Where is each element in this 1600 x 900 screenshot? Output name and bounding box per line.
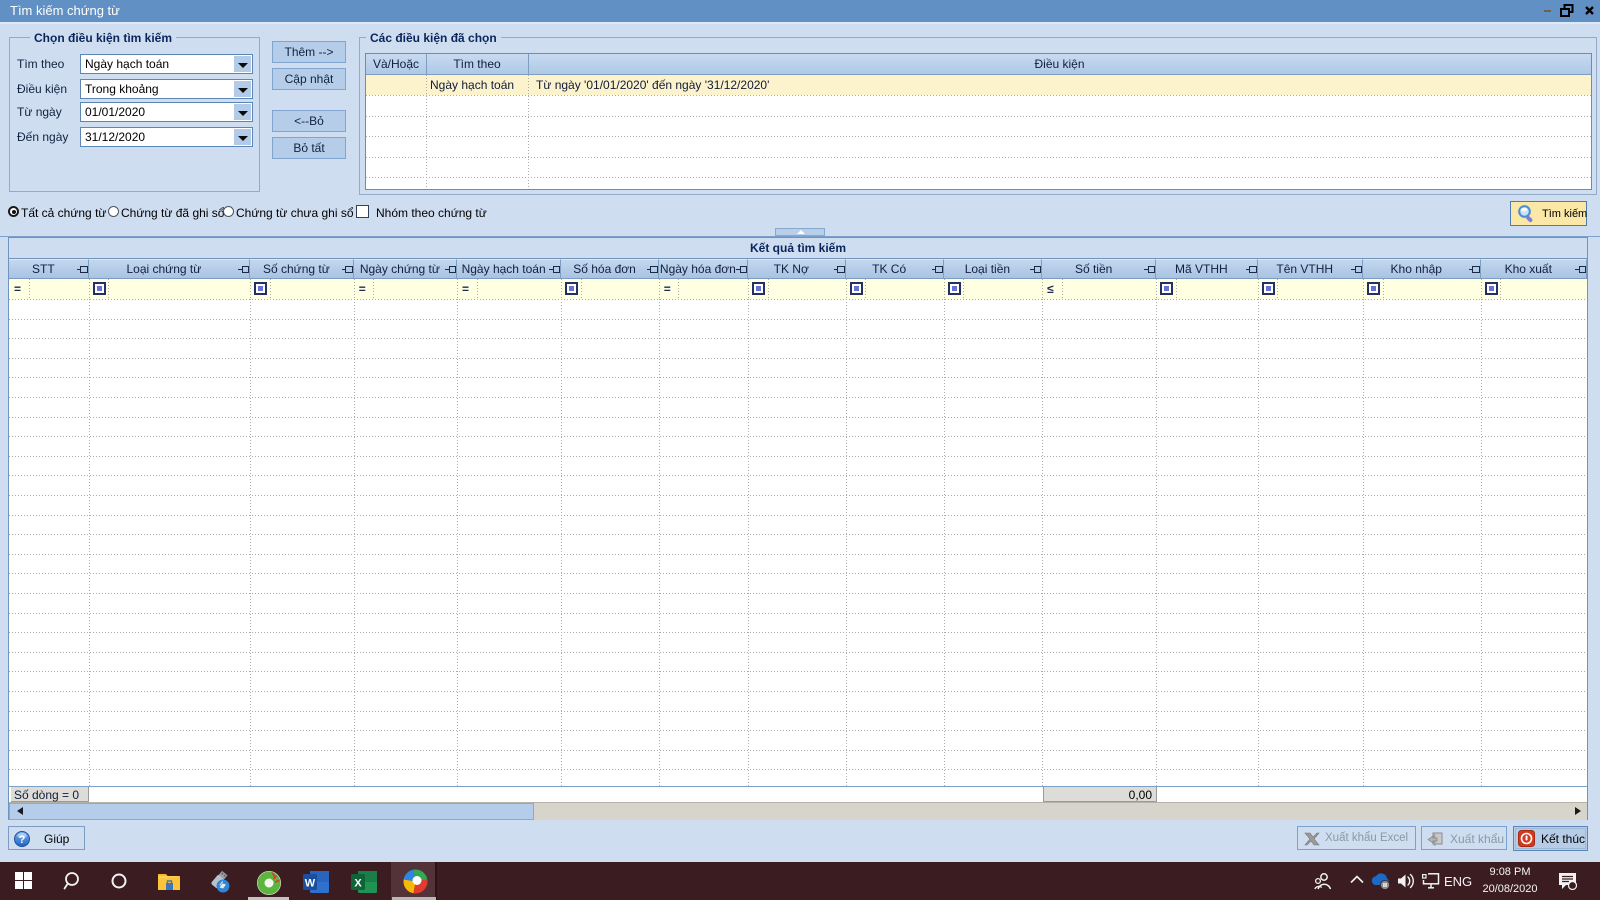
svg-text:W: W: [305, 878, 316, 890]
svg-text:?: ?: [19, 834, 26, 846]
svg-text:X: X: [354, 878, 362, 890]
